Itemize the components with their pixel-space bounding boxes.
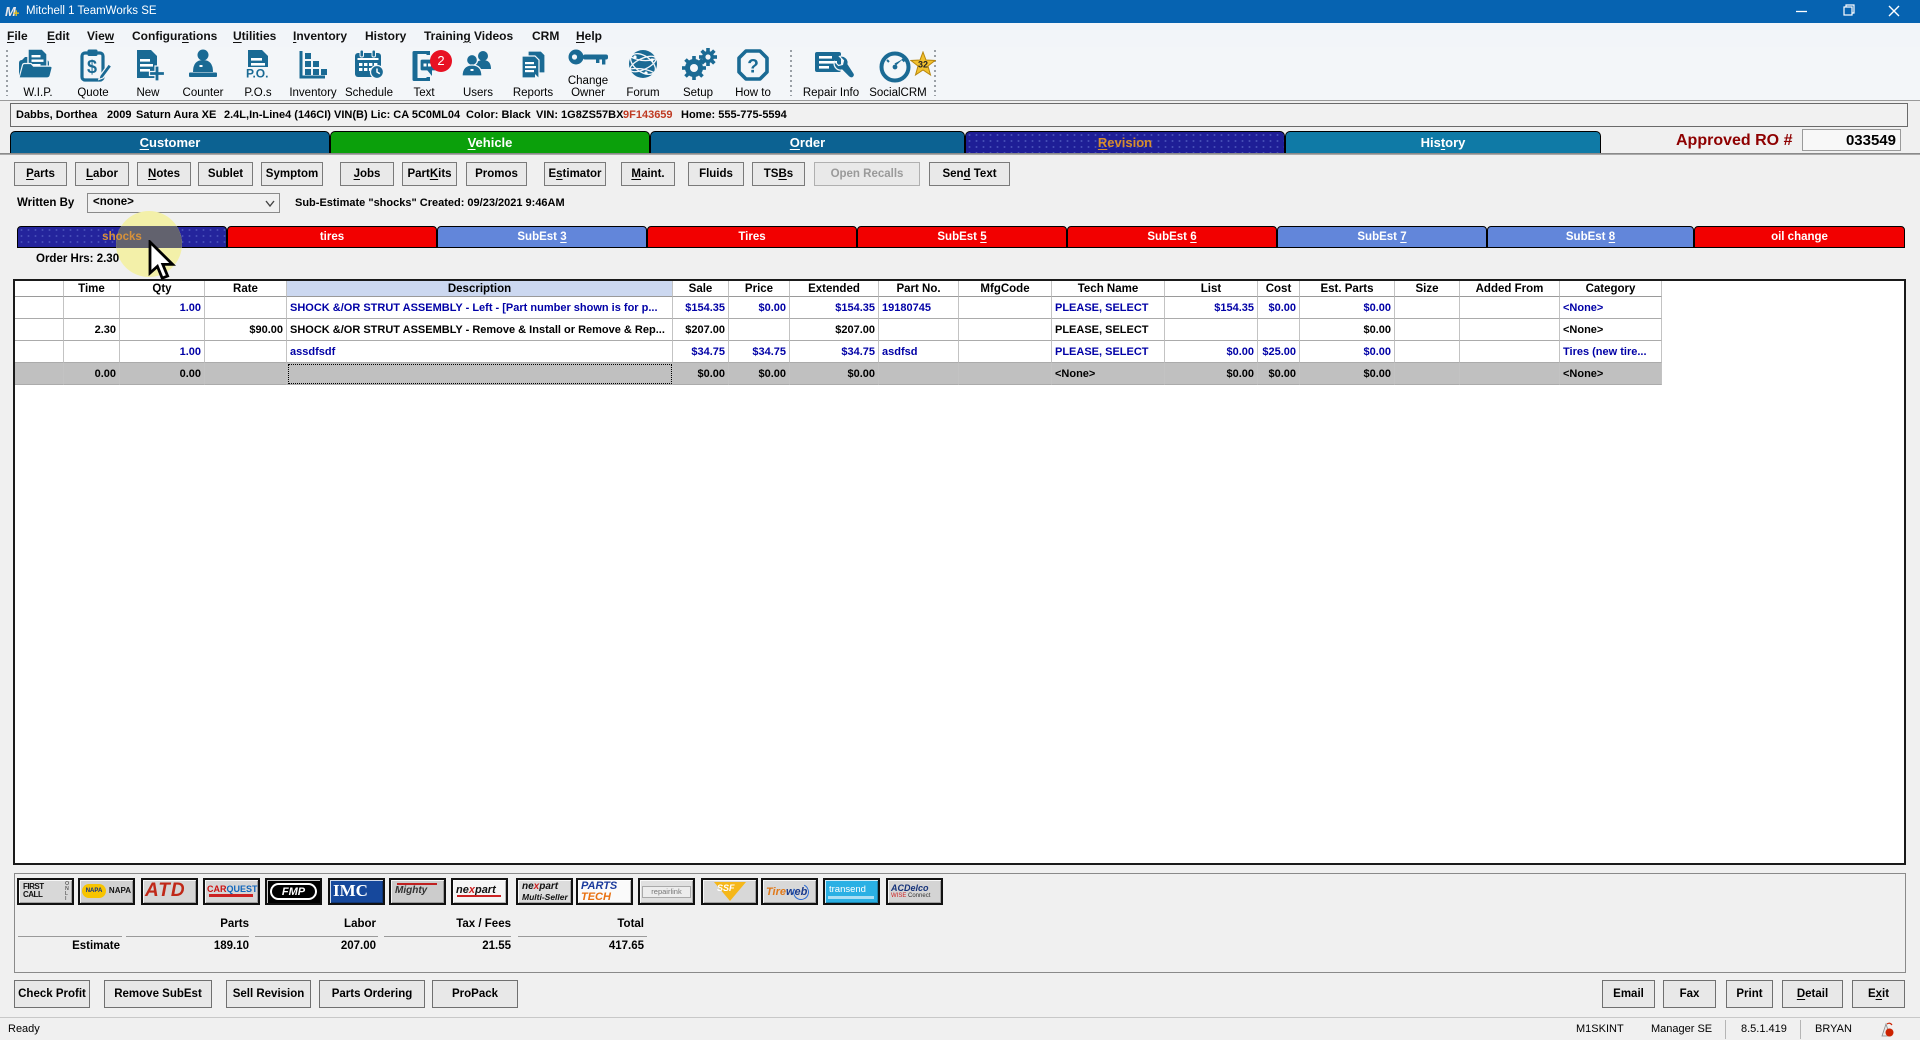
svg-text:P.O.: P.O. — [246, 67, 268, 81]
svg-text:32: 32 — [918, 60, 928, 70]
svg-text:$: $ — [87, 57, 97, 77]
svg-text:?: ? — [747, 57, 759, 78]
svg-text:+: + — [13, 8, 19, 19]
